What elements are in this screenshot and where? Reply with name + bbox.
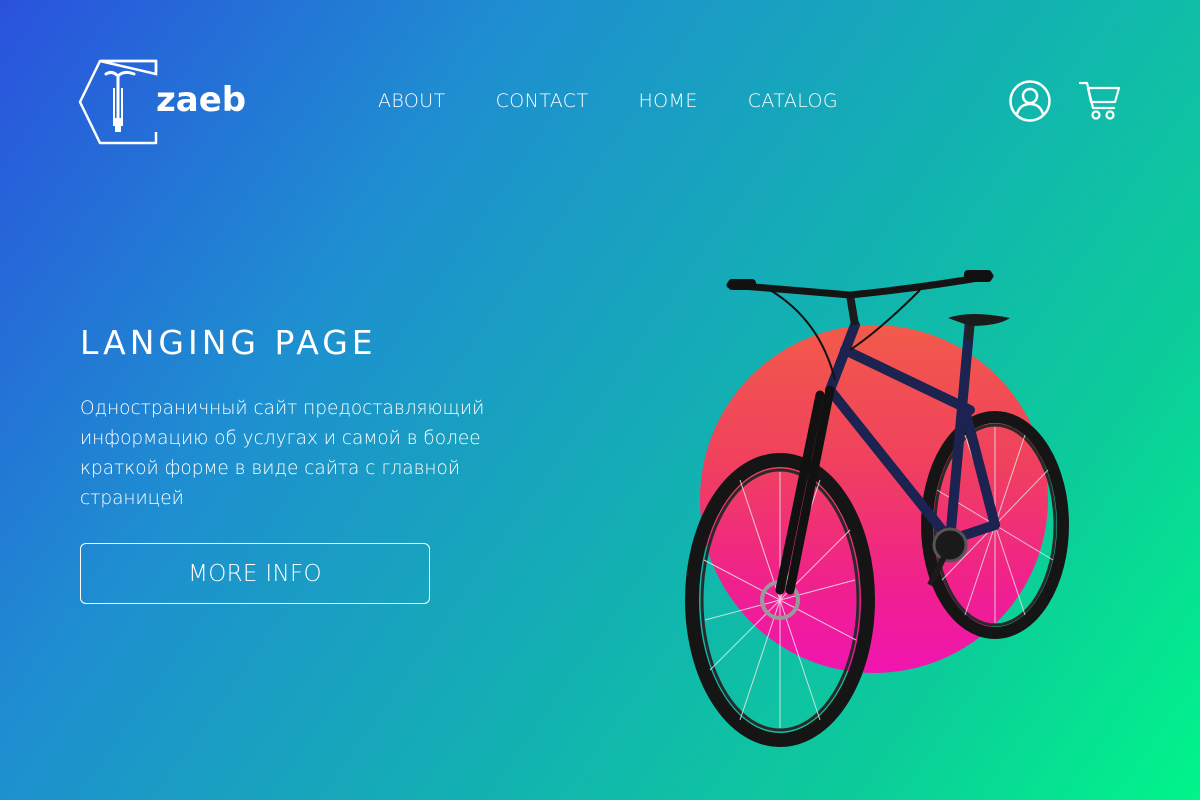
nav-catalog[interactable]: CATALOG	[748, 89, 838, 113]
more-info-button[interactable]: MORE INFO	[80, 543, 430, 604]
logo[interactable]: zaeb	[78, 58, 246, 146]
logo-text: zaeb	[156, 80, 247, 120]
landing-page: zaeb ABOUT CONTACT HOME CATALOG LANGING …	[0, 0, 1200, 800]
user-icon[interactable]	[1008, 79, 1052, 123]
nav-about[interactable]: ABOUT	[378, 89, 446, 113]
hero-title: LANGING PAGE	[80, 323, 377, 362]
bicycle-image	[685, 270, 1069, 747]
bike-logo-icon	[78, 59, 158, 145]
main-nav: ABOUT CONTACT HOME CATALOG	[378, 89, 838, 113]
nav-home[interactable]: HOME	[638, 89, 697, 113]
nav-contact[interactable]: CONTACT	[496, 89, 589, 113]
cart-icon[interactable]	[1078, 80, 1122, 122]
hero-description: Одностраничный сайт предоставляющий инфо…	[80, 398, 485, 509]
